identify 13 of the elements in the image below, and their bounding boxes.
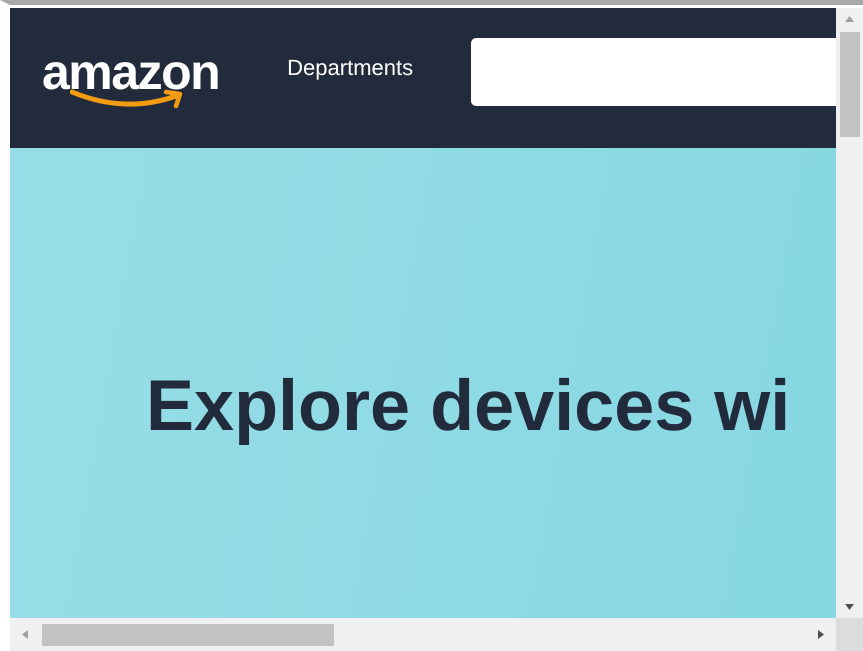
vertical-scrollbar[interactable] — [836, 8, 863, 618]
departments-link[interactable]: Departments — [287, 55, 414, 81]
scrollbar-corner — [836, 618, 863, 651]
hero-headline: Explore devices wi — [146, 365, 790, 447]
scroll-left-icon[interactable] — [22, 630, 28, 639]
logo-text[interactable]: amazon — [42, 50, 220, 94]
search-field[interactable] — [471, 38, 836, 106]
scroll-right-icon[interactable] — [818, 630, 824, 639]
scroll-down-icon[interactable] — [845, 604, 854, 610]
scrollbar-thumb[interactable] — [840, 32, 860, 137]
scrollbar-thumb[interactable] — [42, 624, 334, 646]
scroll-up-icon[interactable] — [845, 16, 854, 22]
horizontal-scrollbar[interactable] — [10, 618, 836, 651]
